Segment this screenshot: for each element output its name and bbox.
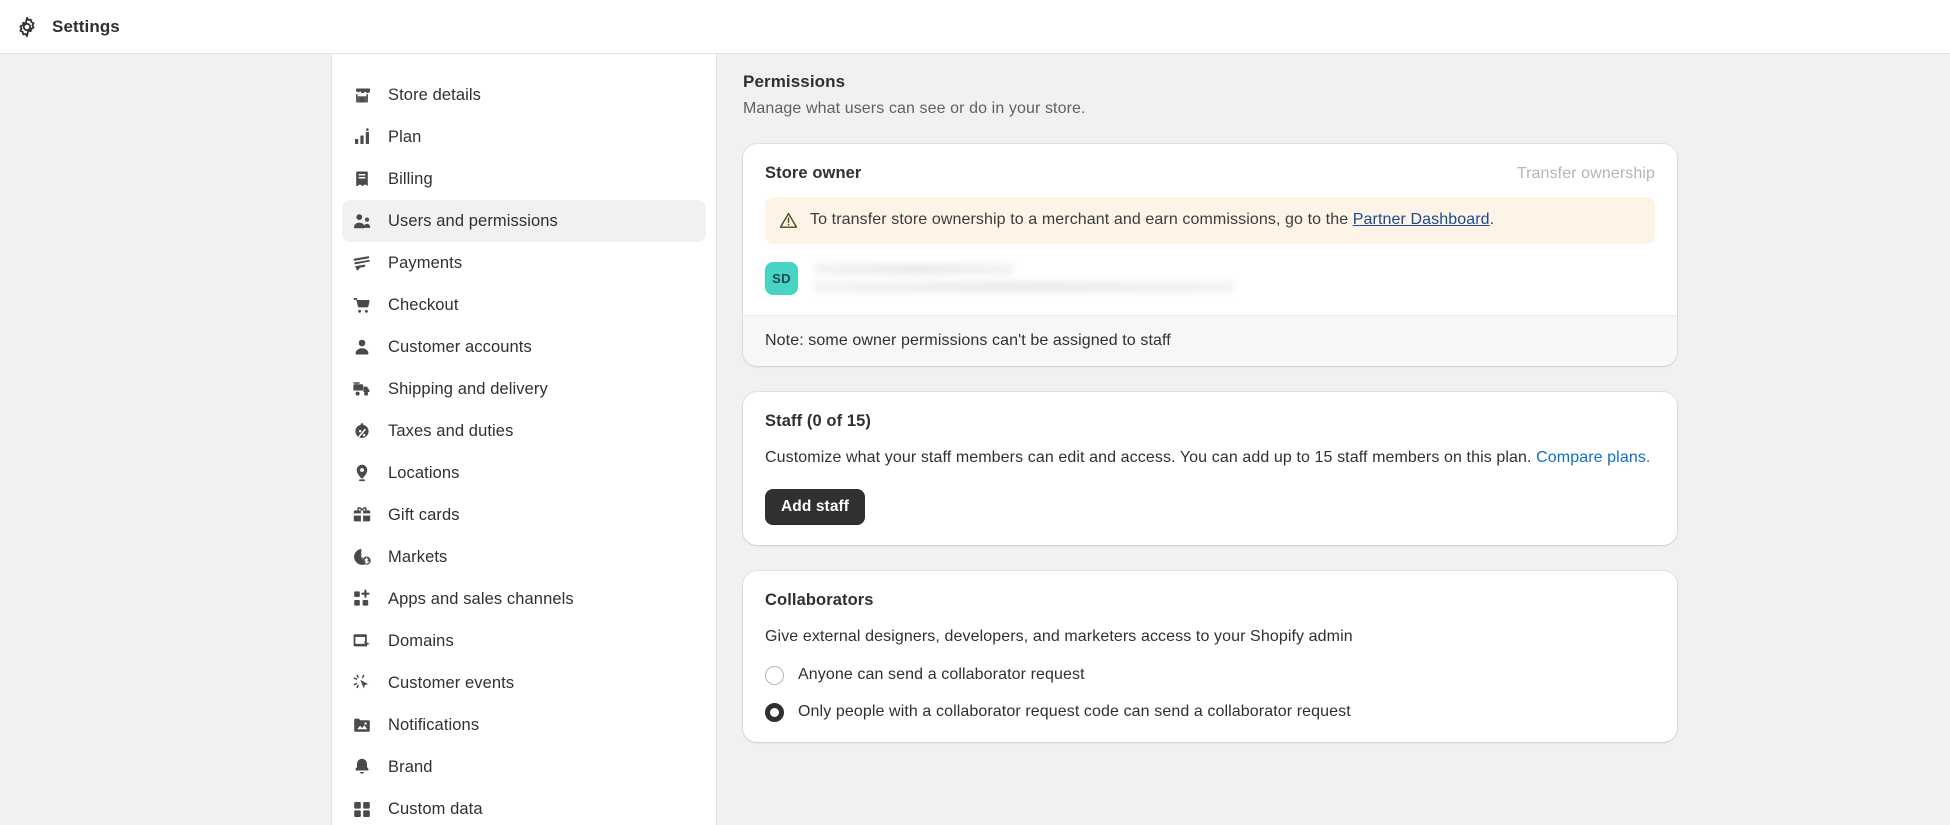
sidebar-item-markets[interactable]: Markets — [342, 536, 706, 578]
sidebar-item-label: Brand — [388, 757, 433, 776]
radio-selected-icon[interactable] — [765, 702, 784, 722]
sidebar-item-customer-events[interactable]: Customer events — [342, 662, 706, 704]
main-content: Permissions Manage what users can see or… — [717, 54, 1950, 825]
domains-icon — [352, 631, 372, 651]
sidebar-item-taxes-and-duties[interactable]: Taxes and duties — [342, 410, 706, 452]
sidebar-item-label: Custom data — [388, 799, 483, 818]
sidebar-item-label: Gift cards — [388, 505, 460, 524]
sidebar-item-locations[interactable]: Locations — [342, 452, 706, 494]
apps-grid-icon — [352, 589, 372, 609]
radio-unselected-icon[interactable] — [765, 665, 784, 685]
sidebar-item-users-and-permissions[interactable]: Users and permissions — [342, 200, 706, 242]
sidebar-item-brand[interactable]: Brand — [342, 746, 706, 788]
sidebar-item-label: Notifications — [388, 715, 480, 734]
payments-icon — [352, 253, 372, 273]
cursor-click-icon — [352, 673, 372, 693]
page-title: Permissions — [743, 72, 846, 91]
sidebar-item-billing[interactable]: Billing — [342, 158, 706, 200]
sidebar-item-label: Plan — [388, 127, 422, 146]
transfer-ownership-banner: To transfer store ownership to a merchan… — [765, 197, 1655, 244]
location-pin-icon — [352, 463, 372, 483]
compare-plans-link[interactable]: Compare plans. — [1536, 449, 1650, 466]
owner-permissions-note: Note: some owner permissions can't be as… — [743, 314, 1677, 366]
collaborator-option-label: Only people with a collaborator request … — [798, 703, 1351, 721]
store-owner-row[interactable]: SD — [743, 244, 1677, 315]
billing-receipt-icon — [352, 169, 372, 189]
users-icon — [352, 211, 372, 231]
sidebar-item-label: Billing — [388, 169, 433, 188]
sidebar-item-label: Domains — [388, 631, 454, 650]
avatar: SD — [765, 261, 798, 295]
add-staff-button[interactable]: Add staff — [765, 488, 866, 525]
partner-dashboard-link[interactable]: Partner Dashboard — [1353, 211, 1490, 228]
collaborators-title: Collaborators — [765, 590, 874, 609]
chart-bar-icon — [352, 127, 372, 147]
settings-sidebar: Store details Plan Billing Users and permis… — [332, 54, 717, 825]
person-icon — [352, 337, 372, 357]
gear-icon — [16, 16, 38, 38]
cart-icon — [352, 295, 372, 315]
bell-icon — [352, 757, 372, 777]
staff-card: Staff (0 of 15) Customize what your staf… — [743, 391, 1677, 545]
sidebar-item-label: Apps and sales channels — [388, 589, 574, 608]
sidebar-item-plan[interactable]: Plan — [342, 116, 706, 158]
staff-title: Staff (0 of 15) — [765, 411, 872, 430]
collaborators-description: Give external designers, developers, and… — [765, 627, 1353, 645]
top-bar: Settings — [0, 0, 1950, 54]
sidebar-item-label: Markets — [388, 547, 448, 566]
gift-card-icon — [352, 505, 372, 525]
sidebar-item-payments[interactable]: Payments — [342, 242, 706, 284]
sidebar-item-label: Store details — [388, 85, 482, 104]
sidebar-item-custom-data[interactable]: Custom data — [342, 788, 706, 825]
sidebar-item-notifications[interactable]: Notifications — [342, 704, 706, 746]
sidebar-item-label: Customer accounts — [388, 337, 532, 356]
banner-text-after: . — [1489, 211, 1495, 228]
staff-description-text: Customize what your staff members can ed… — [765, 448, 1532, 466]
brand-image-icon — [352, 715, 372, 735]
sidebar-item-gift-cards[interactable]: Gift cards — [342, 494, 706, 536]
store-owner-title: Store owner — [765, 164, 862, 182]
truck-icon — [352, 379, 372, 399]
store-owner-header: Store owner Transfer ownership — [743, 144, 1677, 183]
collaborators-card: Collaborators Give external designers, d… — [743, 570, 1677, 742]
staff-description: Customize what your staff members can ed… — [765, 447, 1655, 469]
sidebar-item-label: Customer events — [388, 673, 515, 692]
sidebar-item-label: Taxes and duties — [388, 421, 514, 440]
sidebar-item-checkout[interactable]: Checkout — [342, 284, 706, 326]
banner-text-before: To transfer store ownership to a merchan… — [810, 211, 1353, 228]
app-shell: Store details Plan Billing Users and permis… — [0, 54, 1950, 825]
sidebar-item-label: Shipping and delivery — [388, 379, 548, 398]
collaborator-option-0[interactable]: Anyone can send a collaborator request — [765, 665, 1655, 685]
owner-identity-redacted — [814, 263, 1234, 294]
warning-icon — [779, 211, 798, 230]
sidebar-item-store-details[interactable]: Store details — [342, 74, 706, 116]
sidebar-item-shipping-and-delivery[interactable]: Shipping and delivery — [342, 368, 706, 410]
sidebar-item-label: Locations — [388, 463, 460, 482]
sidebar-item-domains[interactable]: Domains — [342, 620, 706, 662]
banner-text: To transfer store ownership to a merchan… — [810, 210, 1494, 231]
transfer-ownership-button[interactable]: Transfer ownership — [1517, 165, 1655, 183]
left-gutter — [0, 54, 332, 825]
store-icon — [352, 85, 372, 105]
sidebar-item-customer-accounts[interactable]: Customer accounts — [342, 326, 706, 368]
owner-name-redacted — [814, 263, 1014, 276]
sidebar-item-label: Payments — [388, 253, 463, 272]
sidebar-item-label: Users and permissions — [388, 211, 558, 230]
sidebar-item-label: Checkout — [388, 295, 459, 314]
store-owner-card: Store owner Transfer ownership To transf… — [743, 144, 1677, 366]
tax-icon — [352, 421, 372, 441]
globe-money-icon — [352, 547, 372, 567]
collaborator-option-label: Anyone can send a collaborator request — [798, 666, 1085, 684]
app-title: Settings — [52, 16, 120, 36]
sidebar-item-apps-and-sales-channels[interactable]: Apps and sales channels — [342, 578, 706, 620]
page-subtitle: Manage what users can see or do in your … — [743, 100, 1086, 117]
custom-data-icon — [352, 799, 372, 819]
owner-email-redacted — [814, 281, 1234, 294]
collaborator-radio-group: Anyone can send a collaborator request On… — [765, 665, 1655, 722]
collaborator-option-1[interactable]: Only people with a collaborator request … — [765, 702, 1655, 722]
